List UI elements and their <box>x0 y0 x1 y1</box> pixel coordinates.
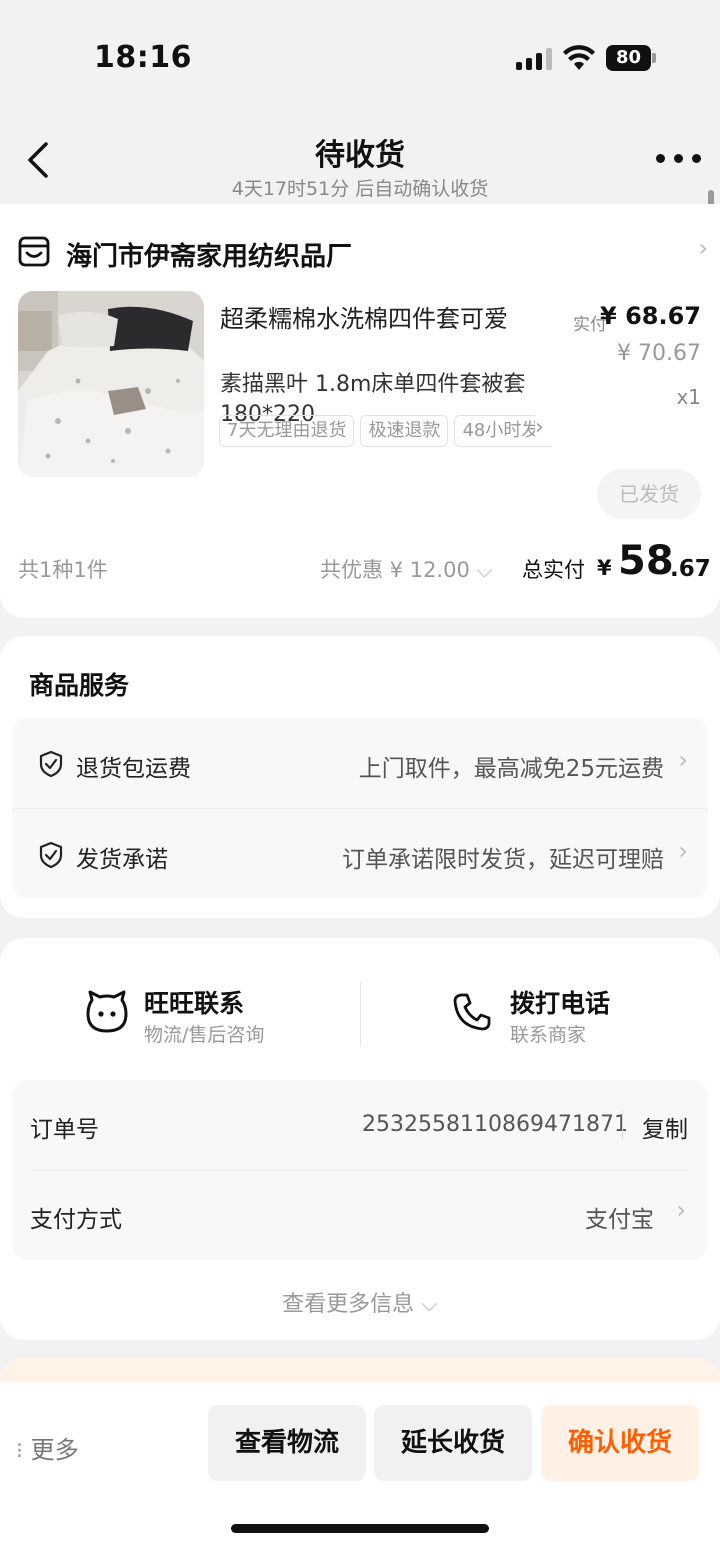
shop-row[interactable]: 海门市伊斋家用纺织品厂 › <box>18 232 708 272</box>
wangwang-contact-button[interactable]: 旺旺联系 物流/售后咨询 <box>86 980 336 1050</box>
call-title: 拨打电话 <box>510 989 611 1018</box>
total-label: 总实付 <box>522 558 585 582</box>
service-value: 上门取件，最高减免25元运费 <box>358 756 664 782</box>
payment-method-row[interactable]: 支付方式 支付宝 › <box>12 1170 708 1260</box>
view-more-info-label: 查看更多信息 <box>282 1292 415 1317</box>
page-header: 待收货 4天17时51分 后自动确认收货 <box>0 110 720 204</box>
battery-icon: 80 <box>606 45 656 71</box>
tag: 7天无理由退货 <box>219 415 355 447</box>
vertical-dots-icon: ⁝ <box>16 1439 23 1464</box>
total-amount-integer: 58 <box>618 538 674 584</box>
status-bar: 18:16 80 <box>0 0 720 110</box>
payment-method-value: 支付宝 <box>585 1207 654 1233</box>
service-label: 退货包运费 <box>76 756 191 782</box>
chevron-right-icon: › <box>678 746 688 774</box>
payment-method-label: 支付方式 <box>30 1207 122 1233</box>
copy-button[interactable]: 复制 <box>642 1110 688 1144</box>
service-tags[interactable]: 7天无理由退货 极速退款 48小时发货 <box>219 415 552 447</box>
services-card: 商品服务 退货包运费 上门取件，最高减免25元运费 › 发货承诺 订单承诺限时发… <box>0 636 720 918</box>
battery-level: 80 <box>606 45 651 71</box>
auto-confirm-countdown: 4天17时51分 后自动确认收货 <box>231 178 489 200</box>
chevron-right-icon: › <box>676 1196 686 1224</box>
services-title: 商品服务 <box>29 671 130 700</box>
divider <box>360 982 361 1046</box>
signal-icon <box>516 48 552 70</box>
order-card: 海门市伊斋家用纺织品厂 › 超柔糯棉水洗棉四件套可爱 素描黑叶 1.8m床单四件… <box>0 204 720 618</box>
more-actions-button[interactable]: ⁝ 更多 <box>16 1430 79 1465</box>
divider <box>622 1110 623 1140</box>
order-number: 2532558110869471871 <box>362 1112 628 1137</box>
view-more-info-button[interactable]: 查看更多信息 ⌵ <box>0 1286 720 1318</box>
service-value: 订单承诺限时发货，延迟可理赔 <box>342 847 664 873</box>
confirm-receipt-button[interactable]: 确认收货 <box>541 1405 699 1481</box>
service-label: 发货承诺 <box>76 847 168 873</box>
more-options-icon[interactable] <box>656 154 702 166</box>
services-list: 退货包运费 上门取件，最高减免25元运费 › 发货承诺 订单承诺限时发货，延迟可… <box>12 718 708 898</box>
order-info: 订单号 2532558110869471871 复制 支付方式 支付宝 › <box>12 1080 708 1260</box>
home-indicator[interactable] <box>231 1524 489 1533</box>
chevron-down-icon: ⌵ <box>421 1292 438 1317</box>
discount-summary[interactable]: 共优惠 ¥ 12.00 ⌵ <box>320 554 492 584</box>
shop-name: 海门市伊斋家用纺织品厂 <box>66 242 353 272</box>
chevron-right-icon: › <box>678 837 688 865</box>
status-time: 18:16 <box>94 40 192 75</box>
extend-receipt-button[interactable]: 延长收货 <box>374 1405 532 1481</box>
shipped-status-button: 已发货 <box>597 469 701 519</box>
order-number-row: 订单号 2532558110869471871 复制 <box>12 1080 708 1170</box>
contact-info-card: 旺旺联系 物流/售后咨询 拨打电话 联系商家 订单号 2532558110869… <box>0 938 720 1340</box>
wangwang-icon <box>86 990 128 1033</box>
call-merchant-button[interactable]: 拨打电话 联系商家 <box>452 980 672 1050</box>
phone-icon <box>453 993 491 1031</box>
total-currency: ¥ <box>597 556 612 580</box>
product-image[interactable] <box>18 291 204 477</box>
service-return-shipping[interactable]: 退货包运费 上门取件，最高减免25元运费 › <box>12 718 708 808</box>
quantity: x1 <box>676 385 701 409</box>
shield-check-icon <box>39 841 63 869</box>
service-shipping-promise[interactable]: 发货承诺 订单承诺限时发货，延迟可理赔 › <box>12 808 708 898</box>
shop-icon <box>18 236 50 267</box>
chevron-down-icon: ⌵ <box>476 558 493 582</box>
call-subtitle: 联系商家 <box>510 1024 587 1046</box>
paid-price: ¥ 68.67 <box>600 302 701 330</box>
discount-text: 共优惠 ¥ 12.00 <box>320 558 470 582</box>
wifi-icon <box>563 45 595 70</box>
total-amount-decimal: .67 <box>670 556 711 582</box>
view-logistics-button[interactable]: 查看物流 <box>208 1405 366 1481</box>
order-number-label: 订单号 <box>30 1117 99 1143</box>
chevron-right-icon: › <box>535 415 555 440</box>
shield-check-icon <box>39 750 63 778</box>
more-label: 更多 <box>30 1436 79 1464</box>
tag: 极速退款 <box>360 415 449 447</box>
item-count: 共1种1件 <box>18 558 108 582</box>
chevron-right-icon: › <box>698 234 708 262</box>
wangwang-subtitle: 物流/售后咨询 <box>144 1024 265 1046</box>
wangwang-title: 旺旺联系 <box>144 989 245 1018</box>
original-price: ¥ 70.67 <box>617 341 701 366</box>
product-title[interactable]: 超柔糯棉水洗棉四件套可爱 <box>220 302 565 336</box>
page-title: 待收货 <box>315 138 405 173</box>
bottom-action-bar: ⁝ 更多 查看物流 延长收货 确认收货 <box>0 1382 720 1565</box>
